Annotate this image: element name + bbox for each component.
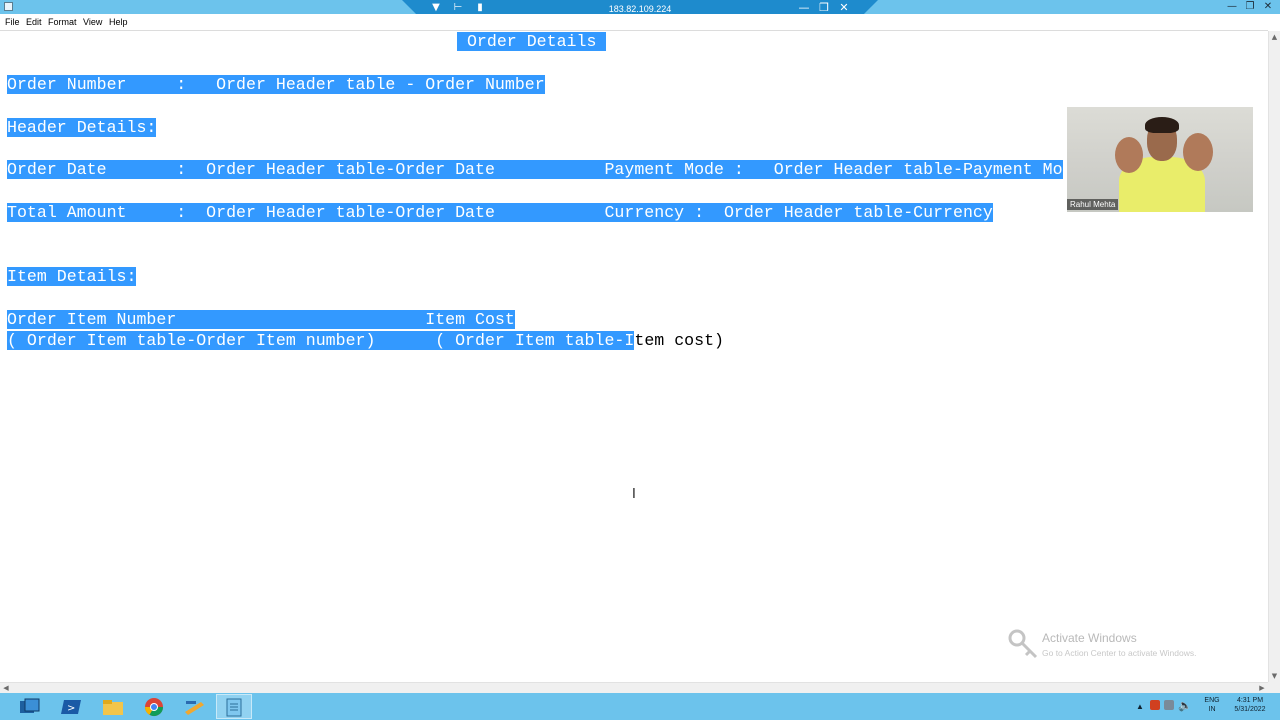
doc-line-item-values-rest: tem cost) [634, 331, 724, 350]
presenter-right-hand [1183, 133, 1213, 171]
network-icon[interactable] [1164, 700, 1174, 710]
file-explorer-icon[interactable] [95, 694, 131, 719]
horizontal-scrollbar[interactable]: ◀ ▶ [0, 682, 1268, 693]
language-code: ENG [1204, 697, 1220, 704]
doc-line-header-details: Header Details: [7, 118, 157, 137]
text-cursor-ibeam: I [632, 487, 636, 502]
tool-icon[interactable] [176, 694, 212, 719]
doc-line-order-number: Order Number : Order Header table - Orde… [7, 75, 545, 94]
tray-expand-icon[interactable]: ▲ [1136, 702, 1144, 711]
scrollbar-corner [1268, 682, 1280, 693]
webcam-video-overlay[interactable]: Rahul Mehta [1067, 107, 1253, 212]
activate-windows-title: Activate Windows [1042, 631, 1137, 645]
doc-line-order-date: Order Date : Order Header table-Order Da… [7, 160, 1063, 179]
clock[interactable]: 4:31 PM 5/31/2022 [1228, 696, 1272, 714]
activate-windows-watermark: Activate Windows Go to Action Center to … [1006, 627, 1246, 661]
doc-line-item-values-selected: ( Order Item table-Order Item number) ( … [7, 331, 635, 350]
presenter-name-label: Rahul Mehta [1067, 199, 1119, 210]
powershell-icon[interactable]: > [53, 694, 89, 719]
close-icon[interactable]: ✕ [1260, 0, 1276, 13]
restore-icon[interactable]: ❐ [1242, 0, 1258, 13]
vertical-scrollbar[interactable]: ▲ ▼ [1268, 31, 1280, 682]
action-center-icon[interactable] [1150, 700, 1160, 710]
volume-icon[interactable]: 🔈 [1178, 699, 1192, 712]
menu-help[interactable]: Help [109, 17, 128, 27]
doc-line-title: Order Details [457, 32, 607, 51]
menu-view[interactable]: View [83, 17, 102, 27]
scroll-left-icon[interactable]: ◀ [0, 683, 12, 693]
menu-edit[interactable]: Edit [26, 17, 42, 27]
doc-line-item-details: Item Details: [7, 267, 137, 286]
server-manager-icon[interactable] [12, 694, 48, 719]
scroll-up-icon[interactable]: ▲ [1269, 31, 1280, 43]
region-code: IN [1208, 706, 1216, 713]
rdp-restore-icon[interactable]: ❐ [818, 1, 830, 14]
scroll-down-icon[interactable]: ▼ [1269, 670, 1280, 682]
menu-format[interactable]: Format [48, 17, 77, 27]
scroll-right-icon[interactable]: ▶ [1256, 683, 1268, 693]
clock-time: 4:31 PM [1236, 697, 1264, 704]
presenter-left-hand [1115, 137, 1143, 173]
doc-line-item-columns: Order Item Number Item Cost [7, 310, 515, 329]
presenter-hair [1145, 117, 1179, 133]
rdp-minimize-icon[interactable]: — [798, 1, 810, 14]
language-indicator[interactable]: ENG IN [1202, 696, 1222, 714]
svg-text:>: > [67, 703, 75, 714]
notepad-icon[interactable] [216, 694, 252, 719]
taskbar: > ▲ 🔈 ENG IN 4:31 PM 5/31/2022 [0, 693, 1280, 720]
menu-bar: File Edit Format View Help [0, 14, 1280, 30]
clock-date: 5/31/2022 [1234, 706, 1266, 713]
doc-line-total-amount: Total Amount : Order Header table-Order … [7, 203, 993, 222]
notepad-app-icon[interactable] [4, 2, 13, 11]
chrome-icon[interactable] [136, 694, 172, 719]
activate-windows-subtitle: Go to Action Center to activate Windows. [1042, 648, 1197, 658]
minimize-icon[interactable]: — [1224, 0, 1240, 13]
key-icon [1008, 629, 1038, 659]
menu-file[interactable]: File [5, 17, 20, 27]
rdp-close-icon[interactable]: ✕ [838, 1, 850, 14]
